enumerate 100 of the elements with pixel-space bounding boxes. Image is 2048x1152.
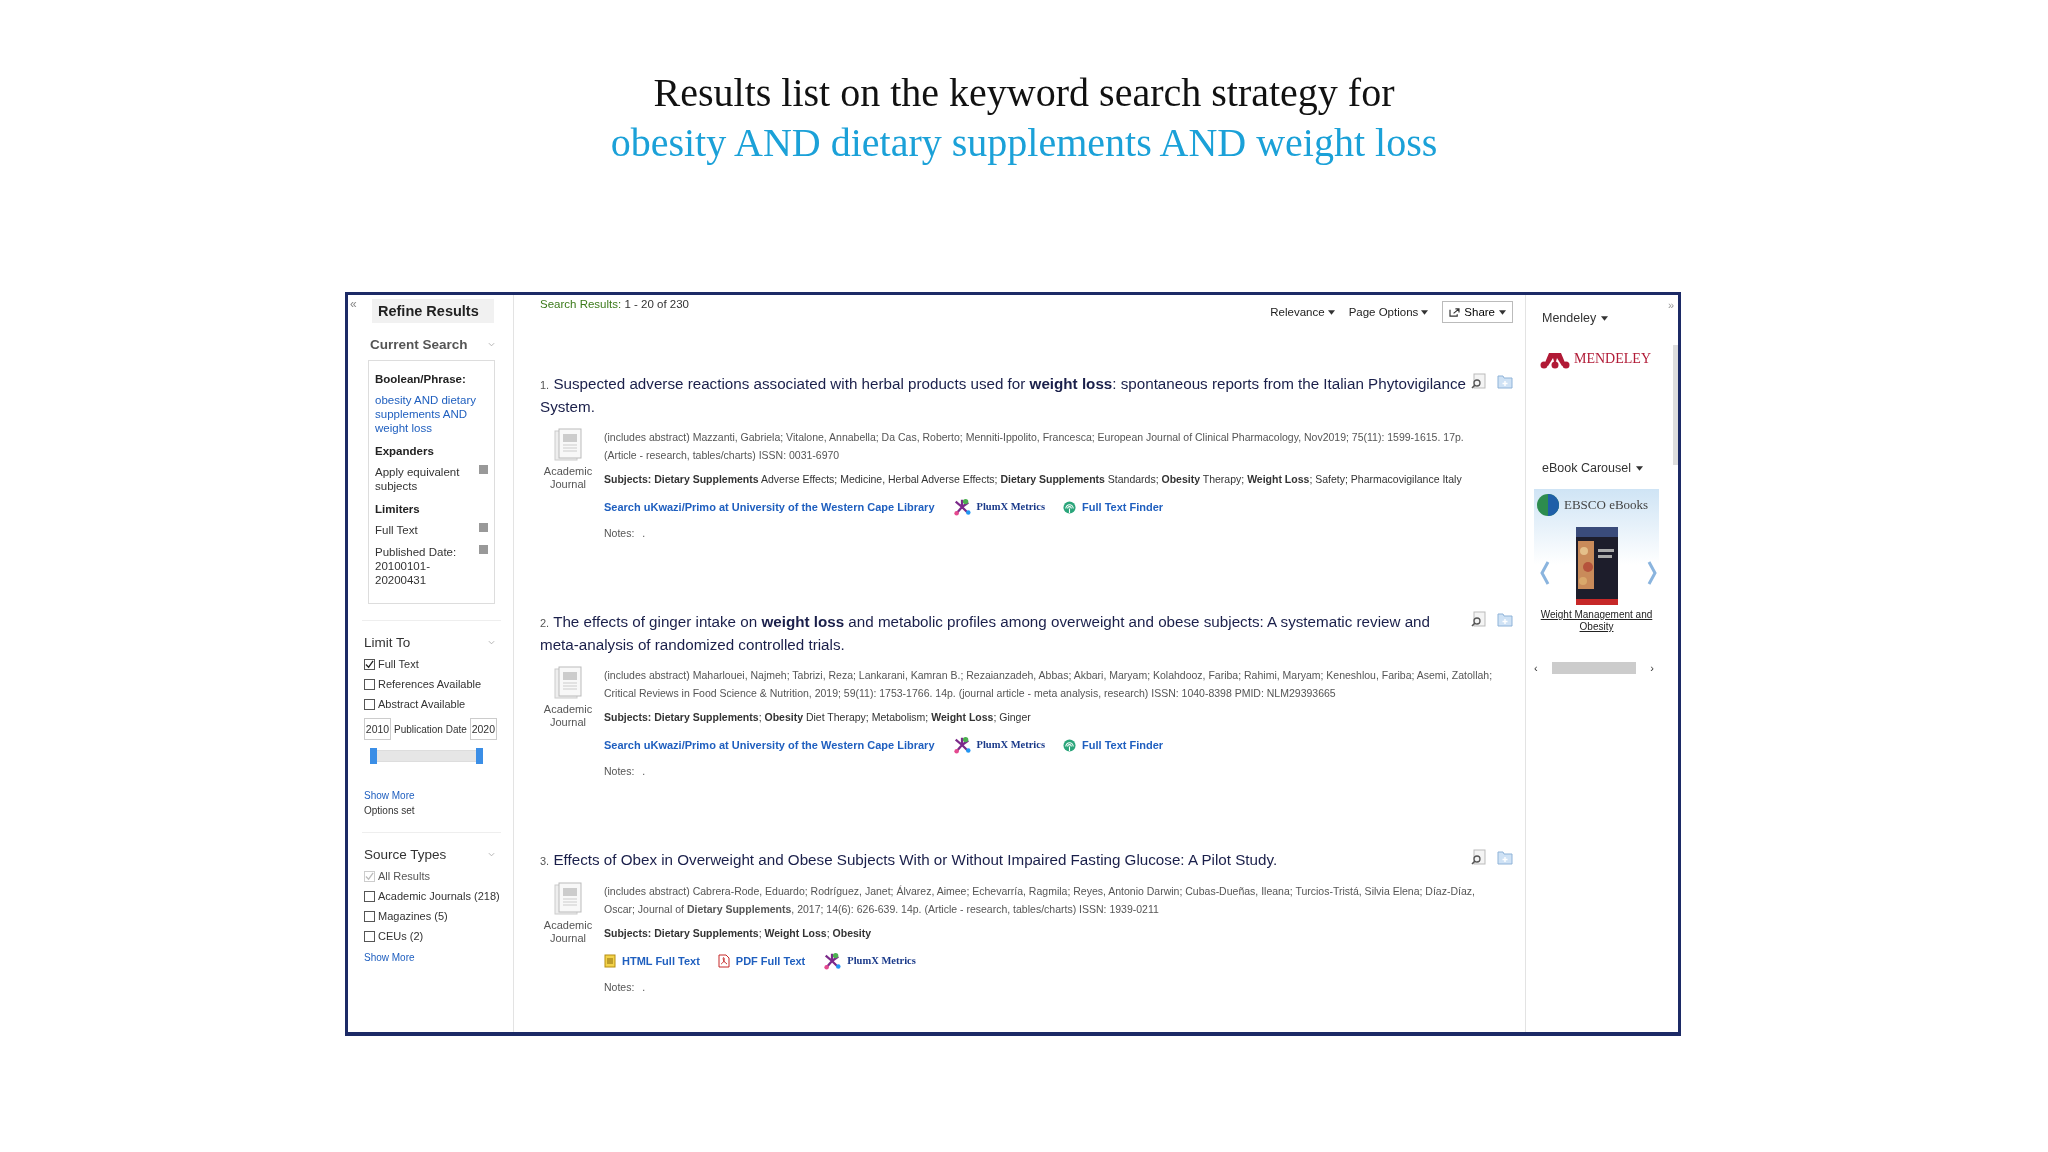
- plumx-link[interactable]: PlumX Metrics: [847, 952, 916, 970]
- plumx-icon: [952, 498, 971, 516]
- finder-icon: [1063, 738, 1077, 752]
- document-type-label: Academic Journal: [542, 919, 594, 945]
- citation-text: (includes abstract) Maharlouei, Najmeh; Tabrizi, Reza; Lankarani, Kamran B.; Rezaianzadeh, Abbas; Akbari, Maryam; Kolahdooz, Fariba; Rahimi, Maryam; Keneshlou, Fariba; Asemi, Zatollah; Critical Reviews in Food Science & Nutrition, 2019; 59(11): 1753-1766. 14p. (journal article - meta analysis, research) ISSN: 1040-8398 PMID: NLM29393665: [604, 668, 1493, 701]
- add-to-folder-icon[interactable]: [1497, 611, 1513, 627]
- subjects-text: Subjects: Dietary Supplements; Obesity Diet Therapy; Metabolism; Weight Loss; Ginger: [604, 710, 1032, 725]
- document-type-label: Academic Journal: [542, 703, 594, 729]
- page-options-dropdown[interactable]: Page Options: [1348, 306, 1429, 318]
- section-heading[interactable]: Current Search: [370, 337, 468, 352]
- show-more-link[interactable]: Show More: [364, 952, 501, 963]
- result-title[interactable]: 1. Suspected adverse reactions associated with herbal products used for weight loss: spontaneous reports from the Italian Phytovigilance System.: [540, 373, 1471, 418]
- scroll-left-button[interactable]: ‹: [1534, 662, 1538, 674]
- checkbox[interactable]: [364, 890, 375, 902]
- result-title[interactable]: 3. Effects of Obex in Overweight and Obese Subjects With or Without Impaired Fasting Glucose: A Pilot Study.: [540, 849, 1471, 872]
- document-icon: [604, 954, 616, 968]
- checkbox-label: Academic Journals (218): [378, 890, 500, 902]
- library-link[interactable]: Search uKwazi/Primo at University of the Western Cape Library: [604, 498, 935, 516]
- plumx-icon: [823, 952, 842, 970]
- plumx-icon: [952, 736, 971, 754]
- remove-icon[interactable]: [479, 465, 488, 474]
- checkbox[interactable]: [364, 678, 375, 690]
- journal-icon: [554, 882, 582, 916]
- show-more-link[interactable]: Show More: [364, 790, 501, 801]
- group-label: Boolean/Phrase:: [375, 373, 467, 385]
- preview-icon[interactable]: [1471, 373, 1487, 389]
- checkbox-label: All Results: [378, 870, 430, 882]
- remove-icon[interactable]: [479, 545, 488, 554]
- preview-icon[interactable]: [1471, 611, 1487, 627]
- slider-thumb[interactable]: [370, 748, 377, 764]
- query-link[interactable]: obesity AND dietary supplements AND weight loss: [375, 393, 488, 435]
- caret-icon: [1601, 315, 1609, 321]
- caret-icon: [1421, 309, 1429, 315]
- checkbox-label: CEUs (2): [378, 930, 424, 942]
- year-field[interactable]: 2020: [469, 718, 497, 740]
- slide-title: Results list on the keyword search strategy for: [652, 69, 1396, 117]
- year-field[interactable]: 2010: [364, 718, 391, 740]
- plumx-link[interactable]: PlumX Metrics: [976, 736, 1046, 754]
- preview-icon[interactable]: [1471, 849, 1487, 865]
- book-cover[interactable]: [1575, 527, 1618, 605]
- notes-text: .: [642, 526, 646, 541]
- notes-label: Notes:: [604, 526, 635, 541]
- library-link[interactable]: Search uKwazi/Primo at University of the Western Cape Library: [604, 736, 935, 754]
- finder-link[interactable]: Full Text Finder: [1082, 498, 1164, 516]
- document-type-label: Academic Journal: [542, 465, 594, 491]
- pdf-link[interactable]: PDF Full Text: [735, 952, 806, 970]
- html-link[interactable]: HTML Full Text: [622, 952, 700, 970]
- share-button[interactable]: Share: [1442, 301, 1513, 323]
- mendeley-dropdown[interactable]: Mendeley: [1542, 311, 1678, 325]
- ebsco-logo-text: EBSCO eBooks: [1564, 497, 1649, 513]
- citation-text: (includes abstract) Mazzanti, Gabriela; Vitalone, Annabella; Da Cas, Roberto; Menniti-Ippolito, Francesca; European Journal of Clinical Pharmacology, Nov2019; 75(11): 1599-1615. 17p. (Article - research, tables/charts) ISSN: 0031-6970: [604, 430, 1465, 463]
- group-label: Limiters: [375, 503, 421, 515]
- subjects-text: Subjects: Dietary Supplements Adverse Effects; Medicine, Herbal Adverse Effects; Dietary Supplements Standards; Obesity Therapy; Weight Loss; Safety; Pharmacovigilance Italy: [604, 472, 1463, 487]
- caret-icon: [1327, 309, 1335, 315]
- chevron-icon[interactable]: [488, 852, 495, 857]
- checkbox-label: Magazines (5): [378, 910, 448, 922]
- plumx-link[interactable]: PlumX Metrics: [976, 498, 1046, 516]
- notes-label: Notes:: [604, 980, 635, 995]
- citation-text: (includes abstract) Cabrera-Rode, Eduardo; Rodríguez, Janet; Álvarez, Aimee; Echevarría, Ragmila; Reyes, Antonio Darwin; Cubas-Dueñas, Ileana; Turcios-Tristá, Silvia Elena; Díaz-Díaz, Oscar; Journal of Dietary Supplements, 2017; 14(6): 626-639. 14p. (Article - research, tables/charts) ISSN: 1939-0211: [604, 884, 1476, 917]
- mendeley-logo-text: MENDELEY: [1574, 351, 1651, 367]
- sort-dropdown[interactable]: Relevance: [1270, 306, 1335, 318]
- results-count: Search Results: 1 - 20 of 230: [540, 298, 689, 310]
- finder-link[interactable]: Full Text Finder: [1082, 736, 1164, 754]
- add-to-folder-icon[interactable]: [1497, 849, 1513, 865]
- book-title-link[interactable]: Weight Management and Obesity: [1534, 609, 1659, 633]
- checkbox[interactable]: [364, 658, 375, 670]
- ebsco-logo-icon: [1536, 493, 1560, 517]
- collapse-toggle[interactable]: «: [350, 297, 357, 311]
- filter-label: Full Text: [375, 523, 418, 537]
- remove-icon[interactable]: [479, 523, 488, 532]
- journal-icon: [554, 666, 582, 700]
- finder-icon: [1063, 500, 1077, 514]
- checkbox-label: Abstract Available: [378, 698, 466, 710]
- caret-icon: [1635, 465, 1643, 471]
- scrollbar-thumb[interactable]: [1552, 662, 1636, 674]
- panel-title: Refine Results: [372, 299, 494, 323]
- chevron-icon[interactable]: [488, 342, 495, 347]
- section-heading[interactable]: Source Types: [364, 847, 447, 862]
- subjects-text: Subjects: Dietary Supplements; Weight Loss; Obesity: [604, 926, 873, 941]
- group-label: Expanders: [375, 445, 435, 457]
- notes-text: .: [642, 980, 646, 995]
- checkbox[interactable]: [364, 910, 375, 922]
- chevron-icon[interactable]: [488, 640, 495, 645]
- result-title[interactable]: 2. The effects of ginger intake on weight loss and metabolic profiles among overweight and obese subjects: A systematic review and meta-analysis of randomized controlled trials.: [540, 611, 1471, 656]
- scroll-right-button[interactable]: ›: [1650, 662, 1654, 674]
- add-to-folder-icon[interactable]: [1497, 373, 1513, 389]
- filter-label: Apply equivalent subjects: [375, 465, 461, 493]
- date-label: Publication Date: [394, 723, 467, 735]
- pdf-icon: [717, 954, 730, 968]
- carousel-dropdown[interactable]: eBook Carousel: [1542, 461, 1678, 475]
- options-set-label: Options set: [364, 805, 416, 816]
- section-heading[interactable]: Limit To: [364, 635, 411, 650]
- share-icon: [1449, 307, 1461, 317]
- caret-icon: [1499, 309, 1506, 315]
- checkbox[interactable]: [364, 930, 375, 942]
- notes-text: .: [642, 764, 646, 779]
- notes-label: Notes:: [604, 764, 635, 779]
- checkbox[interactable]: [364, 698, 375, 710]
- slider-thumb[interactable]: [476, 748, 483, 764]
- checkbox-label: References Available: [378, 678, 482, 690]
